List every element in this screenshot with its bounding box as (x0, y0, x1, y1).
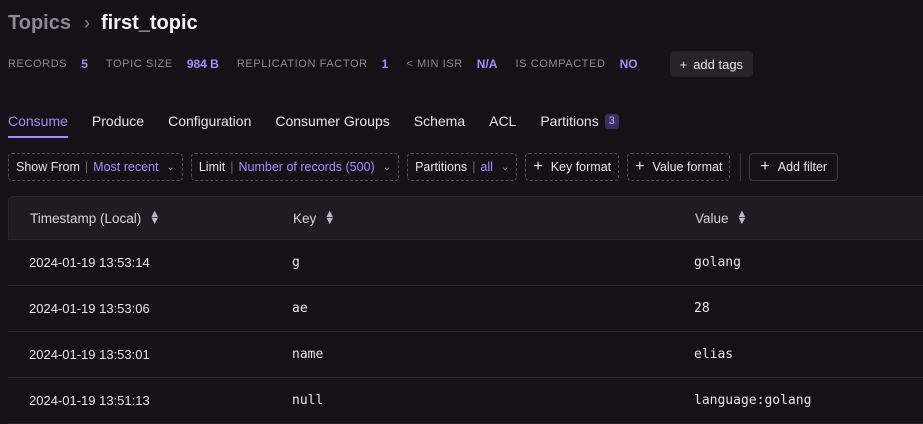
value-format-button[interactable]: + Value format (627, 153, 731, 181)
column-header-label: Key (293, 210, 317, 226)
table-header: Timestamp (Local) ▲ ▼ Key ▲ ▼ Value ▲ ▼ (8, 196, 923, 240)
table-row[interactable]: 2024-01-19 13:51:13 null language:golang (8, 378, 923, 424)
partitions-label: Partitions (415, 160, 468, 174)
tab-produce[interactable]: Produce (92, 108, 144, 138)
stat-min-isr-value: N/A (476, 57, 498, 71)
plus-icon: + (760, 158, 770, 175)
show-from-label: Show From (16, 160, 80, 174)
key-cell: name (292, 347, 324, 362)
limit-label: Limit (198, 160, 226, 174)
add-filter-button[interactable]: + Add filter (749, 153, 839, 181)
column-header-value[interactable]: Value ▲ ▼ (695, 208, 748, 227)
tab-partitions[interactable]: Partitions 3 (540, 108, 619, 138)
timestamp-cell: 2024-01-19 13:53:06 (29, 301, 150, 316)
breadcrumb: Topics › first_topic (8, 8, 198, 38)
stat-records-value: 5 (81, 57, 88, 71)
timestamp-cell: 2024-01-19 13:53:14 (29, 255, 150, 270)
separator: | (472, 160, 476, 174)
chevron-down-icon: ⌄ (500, 161, 510, 173)
table-row[interactable]: 2024-01-19 13:53:01 name elias (8, 332, 923, 378)
add-filter-label: Add filter (777, 160, 828, 174)
stat-is-compacted-value: NO (619, 57, 638, 71)
column-header-label: Timestamp (Local) (30, 210, 142, 226)
messages-table: Timestamp (Local) ▲ ▼ Key ▲ ▼ Value ▲ ▼ 202… (8, 196, 923, 424)
breadcrumb-topics-link[interactable]: Topics (8, 12, 71, 35)
plus-icon: + (533, 158, 543, 175)
sort-icon: ▲ ▼ (324, 208, 336, 227)
table-row[interactable]: 2024-01-19 13:53:06 ae 28 (8, 286, 923, 332)
value-cell: language:golang (694, 393, 812, 408)
key-format-button[interactable]: + Key format (525, 153, 620, 181)
separator: | (230, 160, 234, 174)
show-from-select[interactable]: Show From | Most recent ⌄ (8, 153, 183, 181)
separator: | (84, 160, 89, 174)
timestamp-cell: 2024-01-19 13:53:01 (29, 347, 150, 362)
topic-tabs: Consume Produce Configuration Consumer G… (8, 108, 643, 140)
stat-replication-factor-label: REPLICATION FACTOR (236, 58, 368, 70)
partitions-select[interactable]: Partitions | all ⌄ (407, 153, 518, 181)
sort-icon: ▲ ▼ (736, 208, 748, 227)
column-header-label: Value (695, 210, 729, 226)
tab-consumer-groups[interactable]: Consumer Groups (275, 108, 389, 138)
stat-records-label: RECORDS (8, 58, 68, 70)
tab-acl[interactable]: ACL (489, 108, 516, 138)
page-title: first_topic (100, 11, 198, 34)
stat-min-isr-label: < MIN ISR (406, 58, 463, 70)
limit-select[interactable]: Limit | Number of records (500) ⌄ (190, 153, 400, 181)
key-format-label: Key format (550, 160, 612, 174)
key-cell: null (292, 393, 324, 408)
tab-partitions-label: Partitions (540, 113, 599, 129)
plus-icon: + (635, 158, 645, 175)
chevron-right-icon: › (83, 12, 90, 33)
plus-icon: + (679, 56, 688, 72)
value-cell: golang (694, 255, 741, 270)
add-tags-button[interactable]: + add tags (669, 51, 754, 77)
value-format-label: Value format (652, 160, 723, 174)
stat-topic-size-value: 984 B (186, 57, 219, 71)
chevron-down-icon: ⌄ (166, 161, 175, 173)
stat-is-compacted-label: IS COMPACTED (515, 58, 606, 70)
tab-configuration[interactable]: Configuration (168, 108, 251, 138)
chevron-down-icon: ⌄ (382, 161, 392, 173)
tab-schema[interactable]: Schema (414, 108, 465, 138)
topic-stats: RECORDS 5 TOPIC SIZE 984 B REPLICATION F… (8, 51, 754, 77)
key-cell: ae (292, 301, 308, 316)
stat-topic-size-label: TOPIC SIZE (105, 58, 173, 70)
limit-value: Number of records (500) (238, 160, 375, 174)
partitions-count-badge: 3 (604, 114, 619, 129)
filter-bar: Show From | Most recent ⌄ Limit | Number… (8, 152, 839, 182)
value-cell: elias (694, 347, 734, 362)
add-tags-label: add tags (693, 56, 744, 72)
divider (740, 153, 742, 181)
tab-consume[interactable]: Consume (8, 108, 68, 138)
table-row[interactable]: 2024-01-19 13:53:14 g golang (8, 240, 923, 286)
timestamp-cell: 2024-01-19 13:51:13 (29, 393, 150, 408)
column-header-key[interactable]: Key ▲ ▼ (293, 208, 336, 227)
partitions-value: all (480, 160, 493, 174)
show-from-value: Most recent (93, 160, 159, 174)
stat-replication-factor-value: 1 (381, 57, 389, 71)
column-header-timestamp[interactable]: Timestamp (Local) ▲ ▼ (30, 208, 161, 227)
value-cell: 28 (694, 301, 710, 316)
key-cell: g (292, 255, 300, 270)
sort-icon: ▲ ▼ (149, 208, 161, 227)
